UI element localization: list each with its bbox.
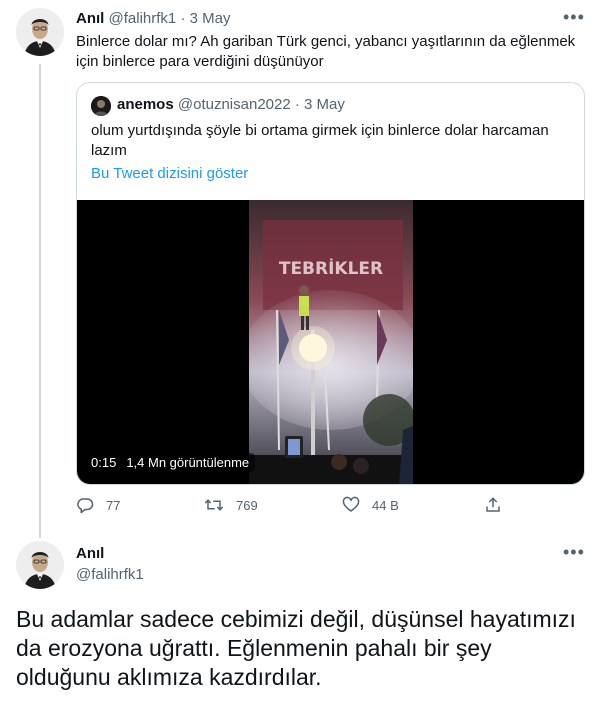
share-icon [486,497,500,512]
more-options-button[interactable]: ••• [563,8,585,26]
separator: · [294,96,300,113]
action-bar: 77 769 44 B [76,496,516,520]
reply-icon [77,498,94,514]
reply-count: 77 [106,497,121,513]
share-button[interactable] [484,496,514,514]
banner-text: TEBRİKLER [279,257,383,279]
like-icon [342,496,360,512]
video-time: 0:15 [91,455,117,470]
tweet-date[interactable]: 3 May [190,10,231,27]
show-thread-link[interactable]: Bu Tweet dizisini göster [91,165,248,182]
portrait-avatar-icon [16,541,64,589]
author-name[interactable]: Anıl [76,545,104,562]
avatar[interactable] [16,8,64,56]
retweet-button[interactable]: 769 [204,496,258,514]
portrait-avatar-icon [16,8,64,56]
tweet-text: Bu adamlar sadece cebimizi değil, düşüns… [16,606,576,690]
quote-author-handle: @otuznisan2022 [177,96,291,113]
quote-text: olum yurtdışında şöyle bi ortama girmek … [91,122,549,159]
video-player[interactable]: TEBRİKLER 0:15 1,4 Mn görüntülenme [77,200,584,484]
avatar[interactable] [16,541,64,589]
tweet-text: Binlerce dolar mı? Ah gariban Türk genci… [76,33,576,70]
author-name[interactable]: Anıl [76,10,104,27]
video-thumbnail: TEBRİKLER [249,200,413,484]
retweet-count: 769 [236,497,258,513]
video-info: 0:15 1,4 Mn görüntülenme [85,453,256,472]
quote-author-name: anemos [117,96,174,113]
like-button[interactable]: 44 B [342,496,399,514]
retweet-icon [204,498,224,512]
quoted-tweet[interactable]: anemos @otuznisan2022 · 3 May olum yurtd… [76,82,585,485]
quote-avatar [91,96,111,116]
like-count: 44 B [372,497,399,513]
separator: · [180,10,186,27]
author-handle[interactable]: @falihrfk1 [76,566,144,583]
tweet1-header: Anıl @falihrfk1 · 3 May [76,10,230,27]
more-options-button[interactable]: ••• [563,543,585,561]
quote-header: anemos @otuznisan2022 · 3 May [117,96,345,113]
quote-avatar-icon [91,96,111,116]
author-handle[interactable]: @falihrfk1 [109,10,177,27]
quote-date: 3 May [304,96,345,113]
video-views: 1,4 Mn görüntülenme [126,455,250,470]
reply-button[interactable]: 77 [76,496,120,514]
thread-line [39,64,41,538]
